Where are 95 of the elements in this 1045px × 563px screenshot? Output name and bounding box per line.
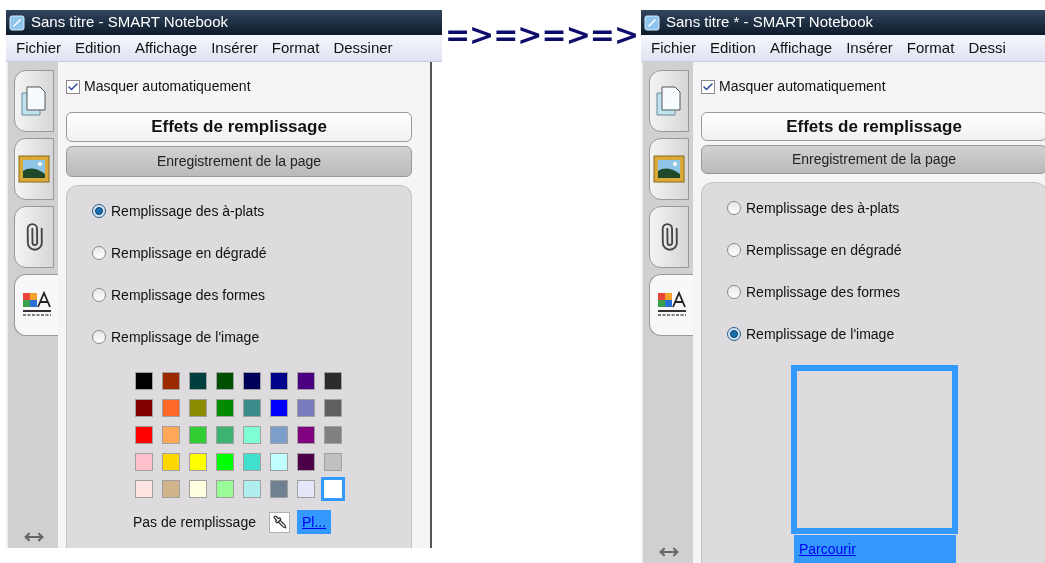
color-swatch[interactable] bbox=[324, 372, 342, 390]
framed-landscape-icon bbox=[653, 155, 685, 183]
menu-item[interactable]: Edition bbox=[703, 36, 763, 60]
radio-label[interactable]: Remplissage de l'image bbox=[746, 323, 895, 345]
radio-label[interactable]: Remplissage des formes bbox=[746, 281, 901, 303]
sidebar-tab[interactable] bbox=[649, 206, 689, 268]
color-swatch[interactable] bbox=[297, 372, 315, 390]
color-swatch[interactable] bbox=[135, 453, 153, 471]
color-swatch[interactable] bbox=[189, 399, 207, 417]
eyedropper-button[interactable] bbox=[269, 511, 290, 533]
auto-hide-label: Masquer automatiquement bbox=[719, 77, 886, 96]
menu-item[interactable]: Dessi bbox=[961, 36, 1013, 60]
color-swatch[interactable] bbox=[216, 453, 234, 471]
color-swatch[interactable] bbox=[135, 372, 153, 390]
menu-item[interactable]: Affichage bbox=[127, 36, 205, 60]
color-swatch[interactable] bbox=[297, 453, 315, 471]
color-swatch[interactable] bbox=[135, 399, 153, 417]
window-title: Sans titre - SMART Notebook bbox=[31, 12, 229, 33]
app-icon bbox=[644, 14, 660, 31]
radio-label[interactable]: Remplissage de l'image bbox=[111, 326, 260, 348]
auto-hide-checkbox[interactable] bbox=[66, 79, 80, 94]
pages-icon bbox=[20, 85, 48, 117]
section-header[interactable]: Effets de remplissage bbox=[701, 112, 1045, 141]
sidebar-tab[interactable] bbox=[649, 138, 689, 200]
color-swatch[interactable] bbox=[189, 480, 207, 498]
menu-item[interactable]: Fichier bbox=[644, 36, 703, 60]
color-swatch[interactable] bbox=[216, 426, 234, 444]
menu-item[interactable]: Format bbox=[264, 36, 327, 60]
radio-label[interactable]: Remplissage en dégradé bbox=[111, 242, 267, 264]
radio-button[interactable] bbox=[92, 204, 106, 218]
sidebar-tab[interactable] bbox=[14, 206, 54, 268]
sidebar-tab[interactable] bbox=[14, 138, 54, 200]
color-swatch[interactable] bbox=[243, 372, 261, 390]
menu-item[interactable]: Fichier bbox=[9, 36, 68, 60]
color-swatch[interactable] bbox=[297, 480, 315, 498]
color-swatch[interactable] bbox=[270, 399, 288, 417]
color-swatch[interactable] bbox=[189, 426, 207, 444]
color-swatch[interactable] bbox=[321, 477, 345, 501]
color-swatch[interactable] bbox=[135, 480, 153, 498]
radio-button[interactable] bbox=[92, 246, 106, 260]
radio-label[interactable]: Remplissage des à-plats bbox=[746, 197, 900, 219]
no-fill-label[interactable]: Pas de remplissage bbox=[133, 511, 269, 533]
color-swatch[interactable] bbox=[189, 372, 207, 390]
menu-item[interactable]: Edition bbox=[68, 36, 128, 60]
radio-button[interactable] bbox=[727, 285, 741, 299]
color-swatch[interactable] bbox=[135, 426, 153, 444]
radio-label[interactable]: Remplissage des à-plats bbox=[111, 200, 265, 222]
window-title: Sans titre * - SMART Notebook bbox=[666, 12, 874, 33]
radio-button[interactable] bbox=[727, 327, 741, 341]
color-swatch[interactable] bbox=[243, 399, 261, 417]
auto-hide-label: Masquer automatiquement bbox=[84, 77, 251, 96]
radio-button[interactable] bbox=[727, 201, 741, 215]
radio-button[interactable] bbox=[92, 330, 106, 344]
section-header[interactable]: Enregistrement de la page bbox=[66, 146, 412, 177]
auto-hide-checkbox[interactable] bbox=[701, 79, 715, 94]
properties-icon bbox=[655, 291, 688, 319]
color-swatch[interactable] bbox=[216, 399, 234, 417]
color-swatch[interactable] bbox=[243, 426, 261, 444]
color-swatch[interactable] bbox=[297, 426, 315, 444]
color-swatch[interactable] bbox=[270, 426, 288, 444]
color-swatch[interactable] bbox=[189, 453, 207, 471]
sidebar-tab[interactable] bbox=[649, 274, 693, 336]
color-swatch[interactable] bbox=[243, 480, 261, 498]
color-swatch[interactable] bbox=[216, 480, 234, 498]
color-swatch[interactable] bbox=[162, 399, 180, 417]
radio-label[interactable]: Remplissage en dégradé bbox=[746, 239, 902, 261]
color-swatch[interactable] bbox=[162, 372, 180, 390]
menu-item[interactable]: Dessiner bbox=[326, 36, 400, 60]
radio-label[interactable]: Remplissage des formes bbox=[111, 284, 266, 306]
section-header[interactable]: Enregistrement de la page bbox=[701, 144, 1045, 174]
properties-icon bbox=[20, 291, 53, 319]
color-swatch[interactable] bbox=[162, 426, 180, 444]
color-swatch[interactable] bbox=[297, 399, 315, 417]
color-swatch[interactable] bbox=[324, 399, 342, 417]
app-icon bbox=[9, 14, 25, 31]
color-swatch[interactable] bbox=[270, 480, 288, 498]
color-swatch[interactable] bbox=[162, 453, 180, 471]
section-header[interactable]: Effets de remplissage bbox=[66, 112, 412, 142]
menu-item[interactable]: Insérer bbox=[839, 36, 900, 60]
menu-item[interactable]: Format bbox=[899, 36, 962, 60]
sidebar-tab[interactable] bbox=[14, 274, 58, 336]
menu-item[interactable]: Insérer bbox=[204, 36, 265, 60]
menu-item[interactable]: Affichage bbox=[762, 36, 840, 60]
color-swatch[interactable] bbox=[324, 453, 342, 471]
color-swatch[interactable] bbox=[270, 453, 288, 471]
arrow-text: =>=>=>=> bbox=[444, 20, 639, 50]
radio-button[interactable] bbox=[92, 288, 106, 302]
color-swatch[interactable] bbox=[216, 372, 234, 390]
radio-button[interactable] bbox=[727, 243, 741, 257]
color-swatch[interactable] bbox=[324, 426, 342, 444]
pages-icon bbox=[655, 85, 683, 117]
framed-landscape-icon bbox=[18, 155, 50, 183]
color-swatch[interactable] bbox=[162, 480, 180, 498]
color-swatch[interactable] bbox=[243, 453, 261, 471]
color-swatch[interactable] bbox=[270, 372, 288, 390]
